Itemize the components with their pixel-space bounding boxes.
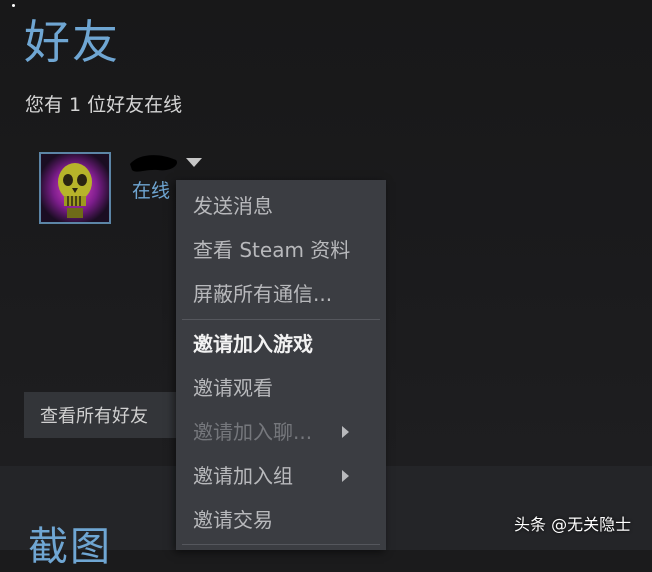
menu-item-invite-to-game[interactable]: 邀请加入游戏 xyxy=(193,322,313,366)
menu-separator xyxy=(182,544,380,545)
menu-item-invite-to-chat: 邀请加入聊... xyxy=(193,420,313,444)
menu-item-block-communication[interactable]: 屏蔽所有通信... xyxy=(193,272,332,316)
view-all-friends-button[interactable]: 查看所有好友 xyxy=(24,392,176,438)
redaction-scribble xyxy=(130,155,178,172)
watermark: 头条 @无关隐士 xyxy=(514,515,632,534)
menu-item-view-profile[interactable]: 查看 Steam 资料 xyxy=(193,228,350,272)
screenshots-heading: 截图 xyxy=(28,524,112,570)
menu-item-invite-to-watch[interactable]: 邀请观看 xyxy=(193,366,273,410)
corner-dot xyxy=(12,4,15,7)
friend-menu-caret-icon[interactable] xyxy=(186,158,202,167)
menu-item-send-message[interactable]: 发送消息 xyxy=(193,184,273,228)
friend-status: 在线 xyxy=(132,180,171,202)
menu-item-invite-to-group[interactable]: 邀请加入组 xyxy=(193,454,293,498)
friend-avatar[interactable] xyxy=(39,152,111,224)
menu-item-invite-to-trade[interactable]: 邀请交易 xyxy=(193,498,273,542)
menu-separator xyxy=(182,319,380,320)
online-friends-count: 您有 1 位好友在线 xyxy=(25,94,183,116)
friend-context-menu: 发送消息 查看 Steam 资料 屏蔽所有通信... 邀请加入游戏 邀请观看 邀… xyxy=(176,180,386,550)
redacted-friend-name[interactable] xyxy=(128,150,180,180)
submenu-arrow-icon xyxy=(342,426,349,438)
skull-avatar-icon xyxy=(41,154,109,222)
friends-heading: 好友 xyxy=(24,15,120,69)
submenu-arrow-icon xyxy=(342,470,349,482)
